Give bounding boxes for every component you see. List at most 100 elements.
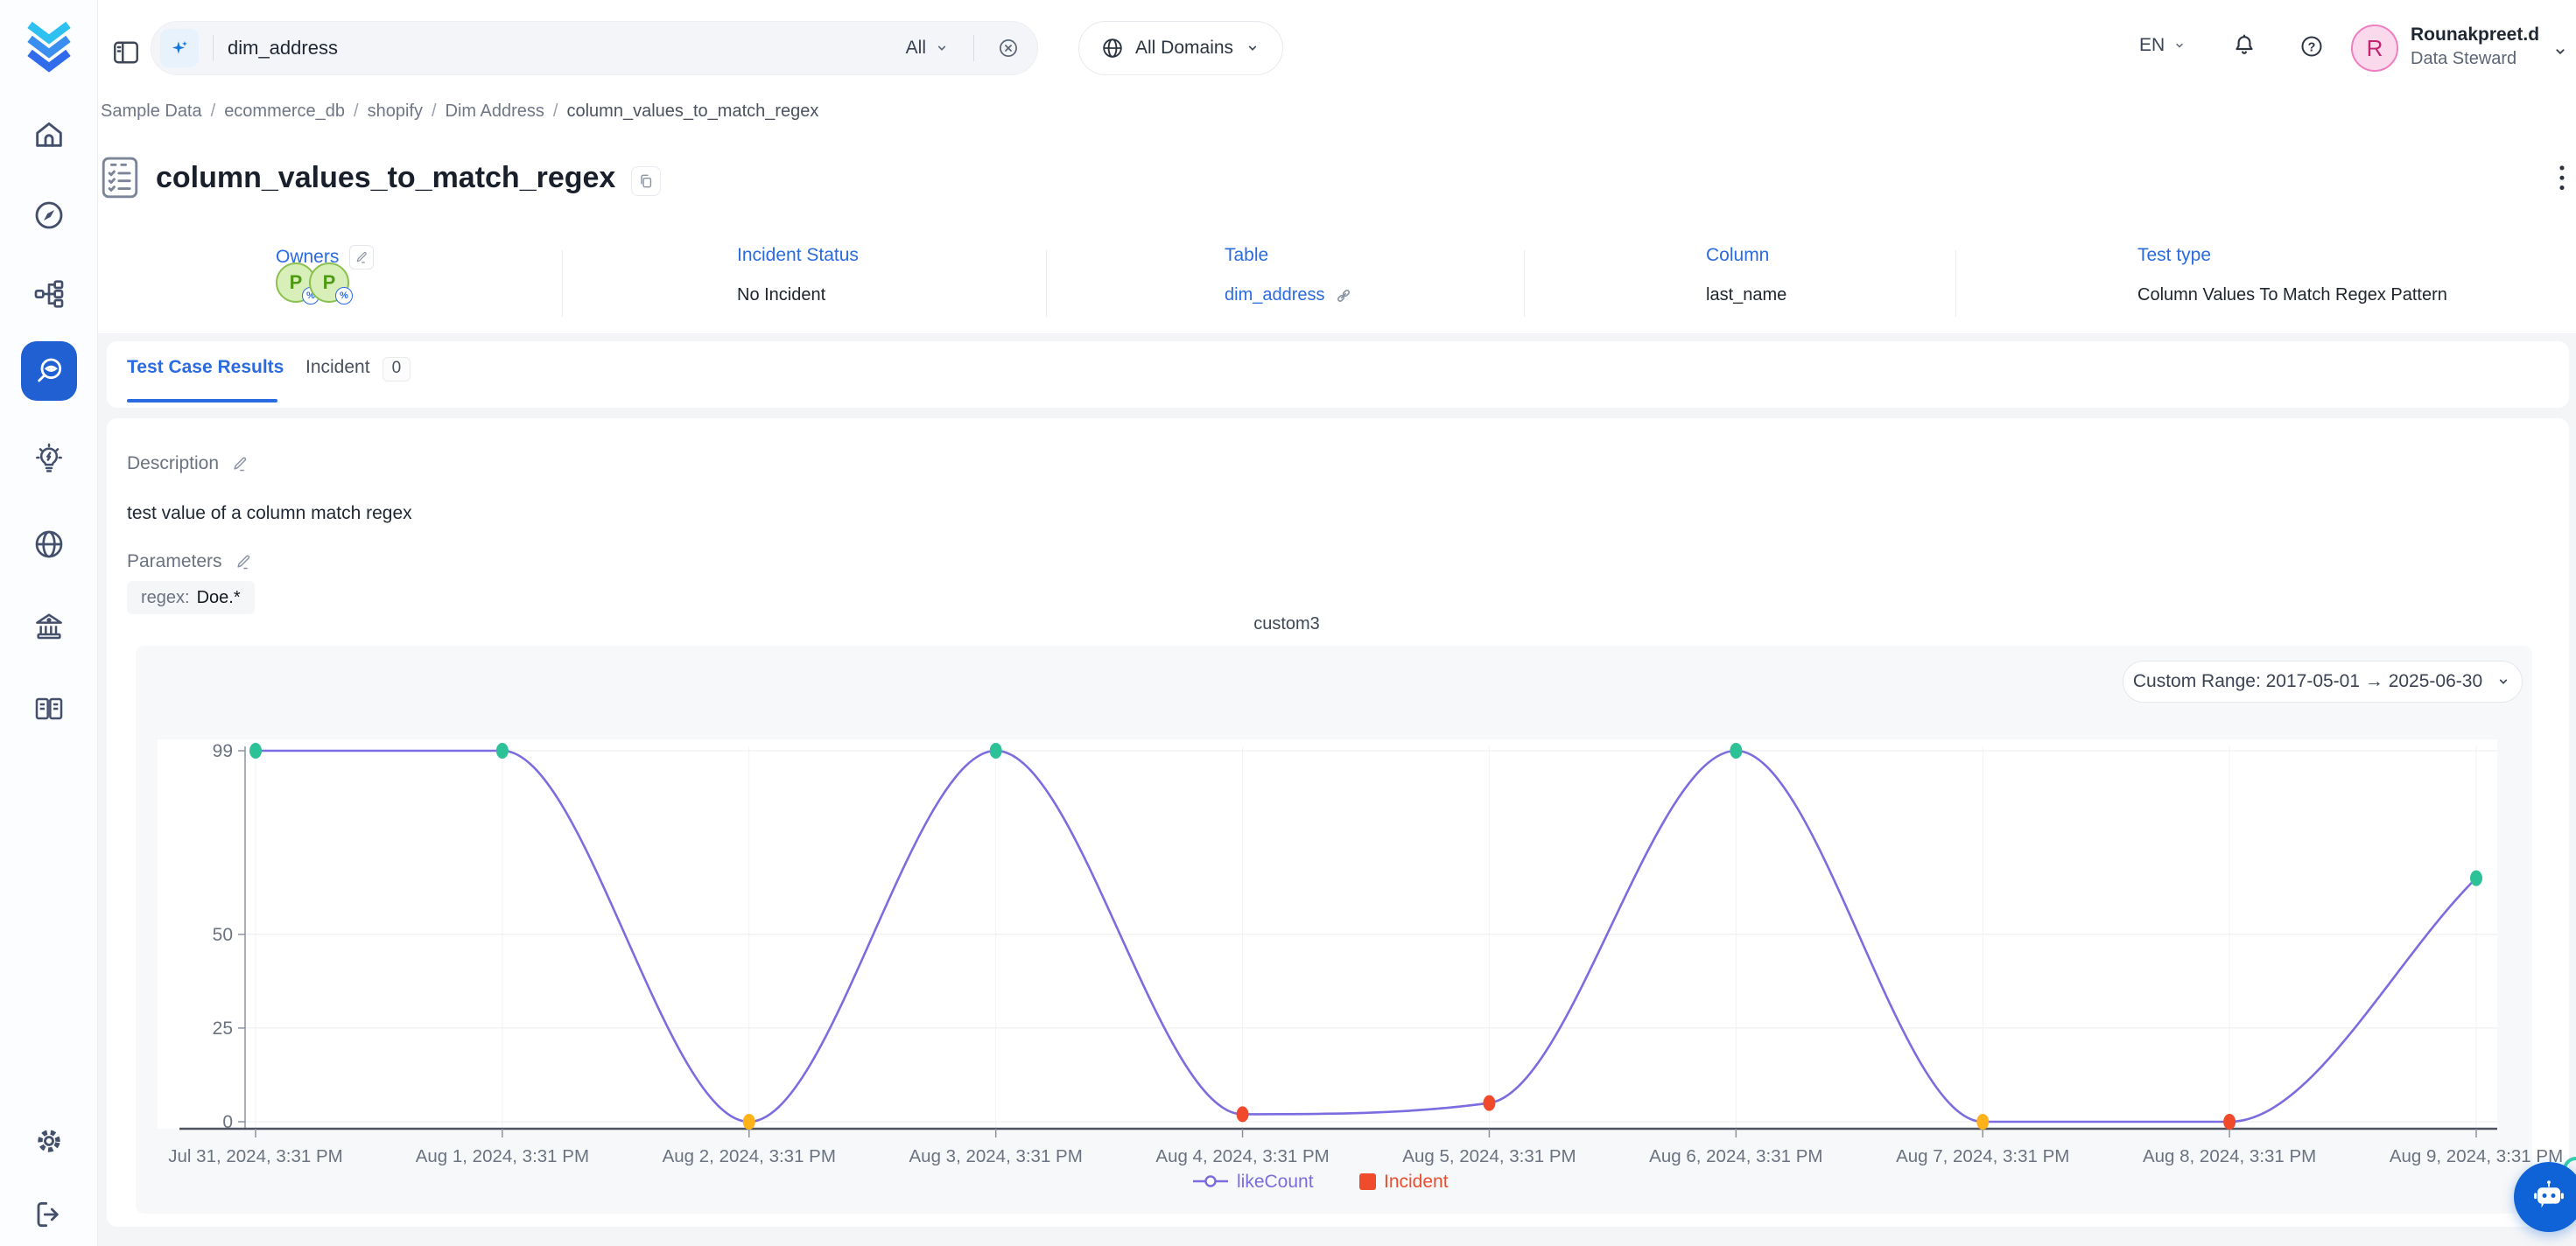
avatar-initial: R xyxy=(2367,35,2383,62)
sidebar-item-lineage[interactable] xyxy=(32,276,67,312)
svg-text:Aug 5, 2024, 3:31 PM: Aug 5, 2024, 3:31 PM xyxy=(1402,1146,1576,1166)
lightbulb-icon xyxy=(32,441,67,476)
user-avatar[interactable]: R xyxy=(2351,24,2398,72)
description-text: test value of a column match regex xyxy=(127,503,412,524)
sidebar-item-settings[interactable] xyxy=(32,1124,67,1158)
date-range-dropdown[interactable]: Custom Range: 2017-05-01 → 2025-06-30 xyxy=(2123,661,2523,703)
user-menu-chevron[interactable] xyxy=(2551,42,2570,61)
description-label: Description xyxy=(127,453,249,474)
data-point xyxy=(2470,871,2482,886)
sidebar-item-observability[interactable] xyxy=(21,341,77,401)
language-label: EN xyxy=(2139,35,2165,56)
edit-description-icon[interactable] xyxy=(231,455,249,472)
svg-text:0: 0 xyxy=(222,1112,233,1132)
robot-icon xyxy=(2529,1177,2569,1217)
parameter-key: regex: xyxy=(141,588,190,608)
sidebar-item-explore[interactable] xyxy=(32,198,67,233)
sidebar-collapse-button[interactable] xyxy=(110,37,142,68)
svg-text:Aug 3, 2024, 3:31 PM: Aug 3, 2024, 3:31 PM xyxy=(909,1146,1083,1166)
test-type-label: Test type xyxy=(2137,245,2211,266)
incident-count-badge: 0 xyxy=(383,357,411,382)
panel-toggle-icon xyxy=(110,37,142,68)
svg-text:?: ? xyxy=(2308,40,2316,54)
language-dropdown[interactable]: EN xyxy=(2139,35,2187,56)
test-results-line-chart[interactable]: 0255099Jul 31, 2024, 3:31 PMAug 1, 2024,… xyxy=(136,709,2576,1214)
active-tab-underline xyxy=(127,399,277,402)
breadcrumb-item[interactable]: Sample Data xyxy=(101,102,202,121)
user-name: Rounakpreet.d xyxy=(2411,24,2539,46)
breadcrumb-item[interactable]: ecommerce_db xyxy=(224,102,345,121)
kebab-icon xyxy=(2547,159,2576,197)
breadcrumb-item[interactable]: shopify xyxy=(368,102,423,121)
chevron-down-icon xyxy=(2551,42,2570,61)
owner-badge-icon: % xyxy=(335,287,353,304)
gear-icon xyxy=(32,1124,67,1158)
parameter-chip: regex: Doe.* xyxy=(127,581,255,614)
edit-owners-button[interactable] xyxy=(349,245,374,270)
owner-avatars: P % P % xyxy=(276,262,349,303)
table-link[interactable]: dim_address xyxy=(1225,285,1325,305)
tab-incident[interactable]: Incident 0 xyxy=(305,357,411,382)
incident-status-label: Incident Status xyxy=(737,245,859,266)
table-label: Table xyxy=(1225,245,1268,266)
breadcrumb-separator: / xyxy=(553,102,558,121)
notifications-button[interactable] xyxy=(2230,32,2258,60)
data-quality-icon xyxy=(32,354,67,388)
column-value: last_name xyxy=(1706,285,1786,305)
copy-name-button[interactable] xyxy=(631,166,661,196)
svg-text:50: 50 xyxy=(213,925,233,945)
chat-assistant-button[interactable] xyxy=(2514,1162,2576,1232)
sidebar-item-governance[interactable] xyxy=(32,609,67,644)
more-actions-button[interactable] xyxy=(2547,159,2576,198)
svg-text:Jul 31, 2024, 3:31 PM: Jul 31, 2024, 3:31 PM xyxy=(168,1146,342,1166)
search-scope-dropdown[interactable]: All xyxy=(906,38,951,59)
book-icon xyxy=(32,691,67,726)
tab-test-case-results[interactable]: Test Case Results xyxy=(127,357,284,378)
domains-label: All Domains xyxy=(1135,38,1233,59)
globe-icon xyxy=(32,527,67,562)
help-icon: ? xyxy=(2299,33,2325,60)
chevron-down-icon xyxy=(1244,39,1261,57)
test-type-value: Column Values To Match Regex Pattern xyxy=(2137,285,2447,305)
clear-search-icon[interactable] xyxy=(997,37,1020,60)
date-range-label: Custom Range: 2017-05-01 → 2025-06-30 xyxy=(2133,671,2482,692)
help-button[interactable]: ? xyxy=(2299,33,2325,60)
breadcrumb: Sample Data / ecommerce_db / shopify / Dim Add… xyxy=(101,102,818,122)
sidebar xyxy=(0,0,98,1246)
svg-text:Aug 1, 2024, 3:31 PM: Aug 1, 2024, 3:31 PM xyxy=(416,1146,589,1166)
link-icon[interactable] xyxy=(1334,286,1353,305)
sidebar-item-domains[interactable] xyxy=(32,527,67,562)
sidebar-item-logout[interactable] xyxy=(32,1197,67,1232)
breadcrumb-item[interactable]: Dim Address xyxy=(446,102,544,121)
global-search-input[interactable]: dim_address All xyxy=(151,21,1038,75)
lineage-icon xyxy=(32,276,67,312)
sidebar-item-home[interactable] xyxy=(32,117,67,152)
breadcrumb-item[interactable]: column_values_to_match_regex xyxy=(566,102,818,121)
bank-icon xyxy=(32,609,67,644)
search-scope-label: All xyxy=(906,38,926,59)
compass-icon xyxy=(32,198,67,233)
data-point xyxy=(1730,743,1742,759)
ai-sparkle-icon[interactable] xyxy=(160,29,199,67)
data-point xyxy=(990,743,1002,759)
home-icon xyxy=(32,117,67,152)
sidebar-item-glossary[interactable] xyxy=(32,691,67,726)
logout-icon xyxy=(32,1197,67,1232)
sidebar-item-insights[interactable] xyxy=(32,441,67,476)
test-case-icon xyxy=(100,156,140,201)
chevron-down-icon xyxy=(2495,673,2512,690)
tabs-bar: Test Case Results Incident 0 xyxy=(107,341,2569,408)
owner-avatar[interactable]: P % xyxy=(309,262,349,303)
legend-likecount: likeCount xyxy=(1237,1172,1314,1192)
data-point xyxy=(1237,1106,1249,1122)
chevron-down-icon xyxy=(933,39,951,57)
breadcrumb-separator: / xyxy=(432,102,437,121)
breadcrumb-separator: / xyxy=(211,102,216,121)
domains-dropdown[interactable]: All Domains xyxy=(1078,21,1283,75)
svg-text:99: 99 xyxy=(213,741,233,761)
app-logo-icon[interactable] xyxy=(21,19,77,75)
page-title: column_values_to_match_regex xyxy=(156,161,615,195)
column-label: Column xyxy=(1706,245,1769,266)
tab-incident-label: Incident xyxy=(305,357,370,377)
edit-parameters-icon[interactable] xyxy=(235,553,252,570)
